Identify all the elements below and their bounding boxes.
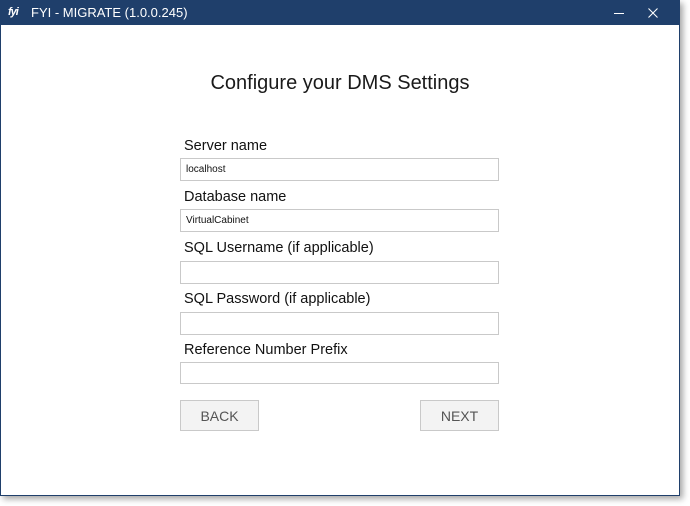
sql-password-label: SQL Password (if applicable) <box>184 291 371 307</box>
sql-username-input[interactable] <box>180 261 499 284</box>
database-name-label: Database name <box>184 189 287 205</box>
close-button[interactable] <box>637 1 669 25</box>
reference-prefix-input[interactable] <box>180 362 499 384</box>
page-title: Configure your DMS Settings <box>210 72 470 94</box>
reference-prefix-label: Reference Number Prefix <box>184 342 348 358</box>
main-content: Configure your DMS Settings Server name … <box>1 25 679 495</box>
back-button[interactable]: BACK <box>180 400 259 431</box>
app-logo-icon: fyi <box>8 6 19 18</box>
sql-password-input[interactable] <box>180 312 499 335</box>
server-name-label: Server name <box>184 138 268 154</box>
server-name-input[interactable] <box>180 158 499 181</box>
app-window: fyi FYI - MIGRATE (1.0.0.245) Configure … <box>0 0 680 496</box>
window-title: FYI - MIGRATE (1.0.0.245) <box>31 5 188 20</box>
minimize-icon <box>614 13 624 14</box>
sql-username-label: SQL Username (if applicable) <box>184 240 374 256</box>
next-button[interactable]: NEXT <box>420 400 499 431</box>
database-name-input[interactable] <box>180 209 499 232</box>
close-icon <box>648 8 658 18</box>
minimize-button[interactable] <box>603 1 635 25</box>
title-bar[interactable]: fyi FYI - MIGRATE (1.0.0.245) <box>1 1 679 25</box>
